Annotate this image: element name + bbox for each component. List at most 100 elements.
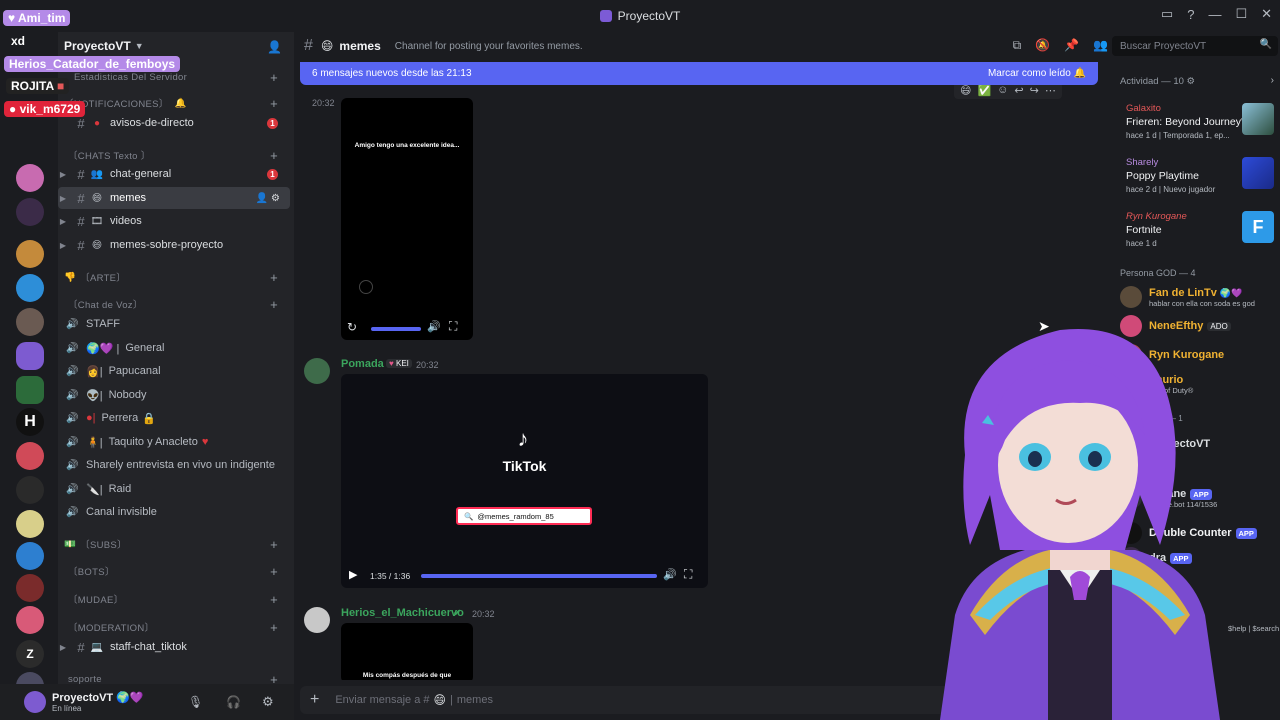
voice-channel-canal-invisible[interactable]: 🔊 Canal invisible xyxy=(58,501,290,523)
channel-avisos-de-directo[interactable]: # ● avisos-de-directo 1 xyxy=(58,112,290,134)
message-author[interactable]: Pomada xyxy=(341,358,384,370)
reply-icon[interactable]: ↩ xyxy=(1014,84,1023,97)
add-channel-icon[interactable]: + xyxy=(270,592,278,607)
add-channel-icon[interactable]: + xyxy=(270,564,278,579)
channel-label: Papucanal xyxy=(108,365,161,377)
add-channel-icon[interactable]: + xyxy=(270,70,278,85)
member-item[interactable]: Fan de LinTv 🌍💜 hablar con ella con soda … xyxy=(1120,285,1255,309)
invite-icon[interactable]: 👤 xyxy=(267,40,282,54)
volume-slider[interactable] xyxy=(371,327,421,331)
more-icon[interactable]: ⋯ xyxy=(1045,84,1056,97)
new-messages-banner[interactable]: 6 mensajes nuevos desde las 21:13 Marcar… xyxy=(300,62,1098,85)
server-icon[interactable] xyxy=(16,164,44,192)
volume-icon[interactable]: 🔊 xyxy=(427,320,441,333)
z-server-icon[interactable]: Z xyxy=(16,640,44,668)
category-subs[interactable]: 💵 〔SUBS〕 + xyxy=(58,535,290,553)
category-moderation[interactable]: 〔MODERATION〕 + xyxy=(58,618,290,636)
video-attachment[interactable]: Mis compás después de que xyxy=(341,623,473,680)
voice-channel-taquito[interactable]: 🔊 🧍| Taquito y Anacleto ♥ xyxy=(58,431,290,453)
video-attachment[interactable]: Amigo tengo una excelente idea... ↻ 🔊 ⛶ xyxy=(341,98,473,340)
voice-channel-general[interactable]: 🔊 🌍💜 | General xyxy=(58,337,290,359)
video-progress-bar[interactable] xyxy=(421,574,657,578)
h-server-icon[interactable]: H xyxy=(16,408,44,436)
category-chat-de-voz[interactable]: 〔Chat de Voz〕 + xyxy=(58,295,290,313)
play-icon[interactable]: ▶ xyxy=(349,568,357,581)
avatar[interactable] xyxy=(24,691,46,713)
reaction-icon[interactable]: 😄 xyxy=(960,84,971,97)
replay-icon[interactable]: ↻ xyxy=(347,320,357,334)
server-icon[interactable] xyxy=(16,308,44,336)
server-icon-active[interactable] xyxy=(16,342,44,370)
server-icon[interactable] xyxy=(16,542,44,570)
pin-icon[interactable]: 📌 xyxy=(1064,38,1079,53)
threads-icon[interactable]: ⧉ xyxy=(1013,38,1022,53)
attach-plus-icon[interactable]: + xyxy=(310,691,319,709)
microphone-icon[interactable]: 🎙 xyxy=(188,695,203,709)
settings-gear-icon[interactable]: 👤 ⚙ xyxy=(256,193,280,204)
tiktok-logo-icon: ♪ xyxy=(517,426,529,451)
add-channel-icon[interactable]: + xyxy=(270,297,278,312)
channel-memes[interactable]: ▶ # 😄 memes 👤 ⚙ xyxy=(58,187,290,209)
category-notificaciones[interactable]: 〔NOTIFICACIONES〕 🔔 + xyxy=(58,94,290,112)
activity-card[interactable]: Sharely Poppy Playtime hace 2 d | Nuevo … xyxy=(1114,157,1278,201)
voice-channel-raid[interactable]: 🔊 🔪| Raid xyxy=(58,478,290,500)
channel-staff-chat-tiktok[interactable]: ▶ # 💻 staff-chat_tiktok xyxy=(58,636,290,658)
headphones-icon[interactable]: 🎧 xyxy=(226,695,241,709)
category-bots[interactable]: 〔BOTS〕 + xyxy=(58,562,290,580)
server-icon[interactable] xyxy=(16,442,44,470)
mark-as-read-button[interactable]: Marcar como leído 🔔 xyxy=(988,68,1086,79)
voice-channel-perrera[interactable]: 🔊 ●| Perrera 🔒 xyxy=(58,407,290,429)
add-channel-icon[interactable]: + xyxy=(270,270,278,285)
server-icon[interactable] xyxy=(16,198,44,226)
avatar[interactable] xyxy=(304,358,330,384)
add-channel-icon[interactable]: + xyxy=(270,537,278,552)
beta-test-server-icon[interactable] xyxy=(16,376,44,404)
channel-videos[interactable]: ▶ # 🎞 videos xyxy=(58,210,290,232)
fullscreen-icon[interactable]: ⛶ xyxy=(684,567,692,582)
reaction-icon[interactable]: ✅ xyxy=(977,84,991,97)
message-author[interactable]: Herios_el_Machicuervo xyxy=(341,607,464,619)
server-icon[interactable] xyxy=(16,274,44,302)
server-icon[interactable] xyxy=(16,240,44,268)
speaker-icon: 🔊 xyxy=(66,436,79,448)
category-chats[interactable]: 〔CHATS Texto 〕 + xyxy=(58,146,290,164)
forward-icon[interactable]: ↪ xyxy=(1030,84,1039,97)
channel-memes-sobre-proyecto[interactable]: ▶ # 😄 memes-sobre-proyecto xyxy=(58,234,290,256)
heart-icon: ♥ xyxy=(201,436,209,448)
category-mudae[interactable]: 〔MUDAE〕 + xyxy=(58,590,290,608)
viewer-name: ROJITA xyxy=(11,79,54,93)
help-icon[interactable]: ? xyxy=(1187,7,1194,22)
add-channel-icon[interactable]: + xyxy=(270,620,278,635)
channel-chat-general[interactable]: ▶ # 👥 chat-general 1 xyxy=(58,163,290,185)
category-arte[interactable]: 👎 〔ARTE〕 + xyxy=(58,268,290,286)
activity-user: Ryn Kurogane xyxy=(1126,211,1187,222)
add-channel-icon[interactable]: + xyxy=(270,96,278,111)
add-channel-icon[interactable]: + xyxy=(270,148,278,163)
chevron-right-icon[interactable]: › xyxy=(1271,75,1274,86)
voice-channel-nobody[interactable]: 🔊 👽| Nobody xyxy=(58,384,290,406)
member-list-icon[interactable]: 👥 xyxy=(1093,38,1108,53)
unread-badge: 1 xyxy=(267,168,278,180)
maximize-button[interactable]: ☐ xyxy=(1235,6,1247,22)
inbox-icon[interactable]: ▭ xyxy=(1161,6,1173,22)
voice-channel-papucanal[interactable]: 🔊 👩| Papucanal xyxy=(58,360,290,382)
server-icon[interactable] xyxy=(16,510,44,538)
minimize-button[interactable]: — xyxy=(1208,7,1221,22)
close-button[interactable]: ✕ xyxy=(1261,6,1272,22)
server-icon[interactable] xyxy=(16,606,44,634)
fullscreen-icon[interactable]: ⛶ xyxy=(449,319,457,334)
user-settings-icon[interactable]: ⚙ xyxy=(262,694,274,710)
tiktok-video-attachment[interactable]: ♪ TikTok 🔍 @memes_ramdom_85 ▶ 1:35 / 1:36… xyxy=(341,374,708,588)
notification-bell-icon[interactable]: 🔕 xyxy=(1035,38,1050,53)
volume-icon[interactable]: 🔊 xyxy=(663,568,677,581)
activity-card[interactable]: Ryn Kurogane Fortnite hace 1 d F xyxy=(1114,211,1278,255)
voice-channel-staff[interactable]: 🔊 STAFF xyxy=(58,313,290,335)
activity-card[interactable]: Galaxito Frieren: Beyond Journey's ... h… xyxy=(1114,103,1278,147)
add-reaction-icon[interactable]: ☺ xyxy=(997,84,1008,97)
avatar[interactable] xyxy=(304,607,330,633)
search-input[interactable]: Buscar ProyectoVT 🔍 xyxy=(1112,36,1278,56)
server-icon[interactable] xyxy=(16,476,44,504)
window-title: ProyectoVT xyxy=(617,9,681,23)
voice-channel-sharely[interactable]: 🔊 Sharely entrevista en vivo un indigente xyxy=(58,454,290,476)
server-icon[interactable] xyxy=(16,574,44,602)
